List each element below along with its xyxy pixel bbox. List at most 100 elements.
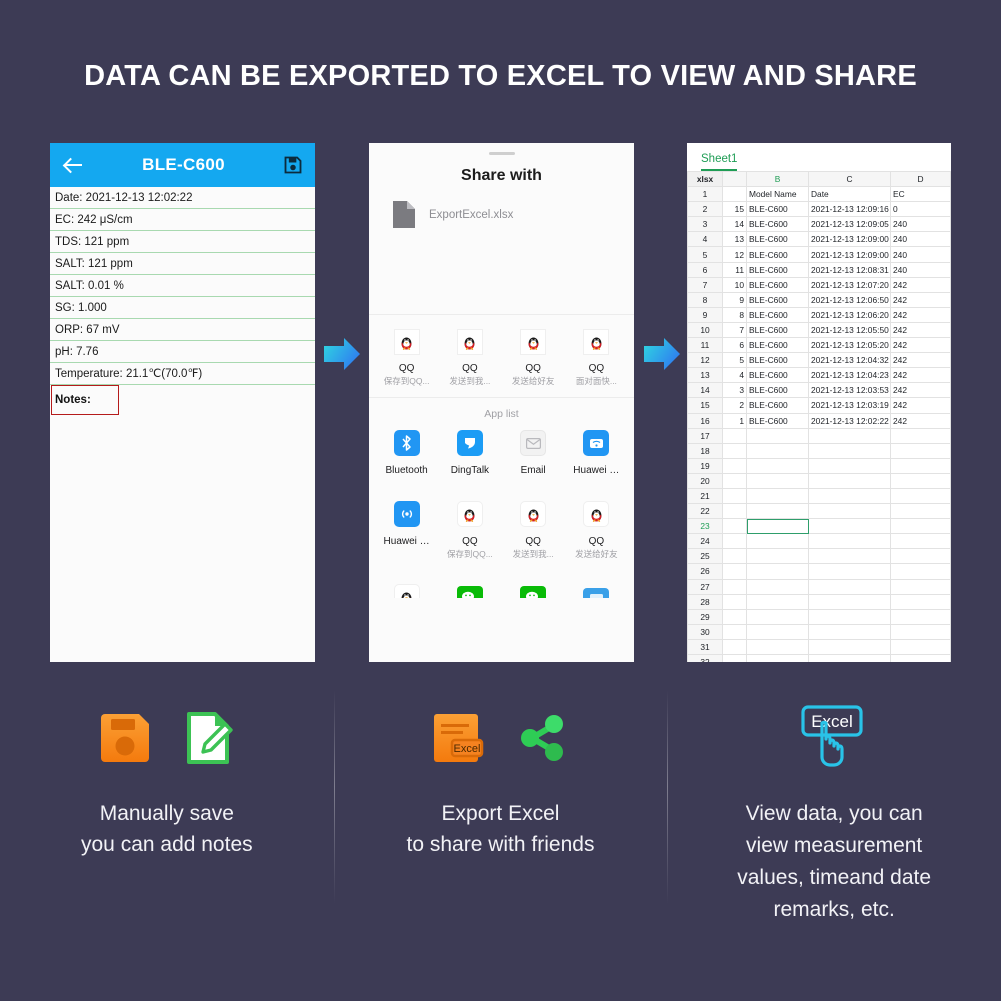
cell-B21[interactable] [746,487,809,505]
row-header[interactable]: 4 [687,231,723,248]
cell-D32[interactable] [890,653,951,662]
cell-A21[interactable] [722,487,747,505]
cell-C26[interactable] [808,563,891,580]
cell-D16[interactable]: 242 [890,412,951,429]
cell-B13[interactable]: BLE-C600 [746,367,809,384]
row-header[interactable]: 9 [687,306,723,323]
cell-A28[interactable] [722,593,747,610]
column-header-d[interactable]: D [890,170,951,188]
cell-A19[interactable] [722,457,747,474]
row-header[interactable]: 13 [687,367,723,384]
cell-C20[interactable] [808,472,891,489]
row-header[interactable]: 24 [687,533,723,550]
row-header[interactable]: 28 [687,593,723,610]
cell-B29[interactable] [746,608,809,625]
cell-B2[interactable]: BLE-C600 [746,201,809,218]
cell-A31[interactable] [722,638,747,656]
cell-D19[interactable] [890,457,951,474]
cell-C4[interactable]: 2021-12-13 12:09:00 [808,231,891,248]
cell-C9[interactable]: 2021-12-13 12:06:20 [808,306,891,323]
cell-D2[interactable]: 0 [890,201,951,218]
cell-A25[interactable] [722,548,747,565]
cell-B8[interactable]: BLE-C600 [746,291,809,308]
row-header[interactable]: 20 [687,472,723,489]
cell-A16[interactable]: 1 [722,412,747,429]
cell-C32[interactable] [808,653,891,662]
cell-D10[interactable]: 242 [890,321,951,339]
cell-B18[interactable] [746,442,809,459]
cell-A10[interactable]: 7 [722,321,747,339]
cell-B26[interactable] [746,563,809,580]
app-list-item[interactable]: Email [502,430,565,477]
cell-D7[interactable]: 242 [890,276,951,293]
cell-B15[interactable]: BLE-C600 [746,397,809,414]
cell-C18[interactable] [808,442,891,459]
row-header[interactable]: 2 [687,201,723,218]
cell-C15[interactable]: 2021-12-13 12:03:19 [808,397,891,414]
cell-B14[interactable]: BLE-C600 [746,382,809,399]
app-list-item[interactable]: QQ 保存到QQ... [438,501,501,560]
cell-C27[interactable] [808,578,891,595]
row-header[interactable]: 7 [687,276,723,293]
row-header[interactable]: 16 [687,412,723,429]
cell-C3[interactable]: 2021-12-13 12:09:05 [808,216,891,233]
row-header[interactable]: 21 [687,487,723,505]
app-list-item[interactable]: DingTalk [438,430,501,477]
row-header[interactable]: 32 [687,653,723,662]
row-header[interactable]: 11 [687,337,723,354]
cell-D14[interactable]: 242 [890,382,951,399]
cell-C6[interactable]: 2021-12-13 12:08:31 [808,261,891,278]
cell-B17[interactable] [746,427,809,444]
cell-D22[interactable] [890,503,951,520]
cell-D9[interactable]: 242 [890,306,951,323]
grid-corner-cell[interactable]: xlsx [687,170,723,188]
cell-A8[interactable]: 9 [722,291,747,308]
app-list-item[interactable]: Bluetooth [375,430,438,477]
cell-B1[interactable]: Model Name [746,186,809,203]
cell-A26[interactable] [722,563,747,580]
cell-A14[interactable]: 3 [722,382,747,399]
cell-B5[interactable]: BLE-C600 [746,246,809,263]
cell-B31[interactable] [746,638,809,656]
cell-B11[interactable]: BLE-C600 [746,337,809,354]
row-header[interactable]: 29 [687,608,723,625]
cell-A27[interactable] [722,578,747,595]
cell-B25[interactable] [746,548,809,565]
cell-B4[interactable]: BLE-C600 [746,231,809,248]
cell-D28[interactable] [890,593,951,610]
cell-A24[interactable] [722,533,747,550]
cell-D8[interactable]: 242 [890,291,951,308]
row-header[interactable]: 3 [687,216,723,233]
app-list-item[interactable] [375,584,438,598]
app-list-item[interactable]: Huawei … [565,430,628,477]
cell-A11[interactable]: 6 [722,337,747,354]
cell-D23[interactable] [890,518,951,535]
row-header[interactable]: 18 [687,442,723,459]
cell-B22[interactable] [746,503,809,520]
cell-D20[interactable] [890,472,951,489]
cell-A2[interactable]: 15 [722,201,747,218]
cell-C11[interactable]: 2021-12-13 12:05:20 [808,337,891,354]
cell-C23[interactable] [808,518,891,535]
cell-A12[interactable]: 5 [722,352,747,369]
cell-D11[interactable]: 242 [890,337,951,354]
cell-D18[interactable] [890,442,951,459]
column-header-c[interactable]: C [808,170,891,188]
cell-D3[interactable]: 240 [890,216,951,233]
cell-D5[interactable]: 240 [890,246,951,263]
cell-A3[interactable]: 14 [722,216,747,233]
cell-B30[interactable] [746,623,809,640]
cell-A17[interactable] [722,427,747,444]
cell-B9[interactable]: BLE-C600 [746,306,809,323]
row-header[interactable]: 12 [687,352,723,369]
cell-B7[interactable]: BLE-C600 [746,276,809,293]
cell-D25[interactable] [890,548,951,565]
cell-A1[interactable] [722,186,747,203]
cell-C19[interactable] [808,457,891,474]
row-header[interactable]: 23 [687,518,723,535]
cell-C12[interactable]: 2021-12-13 12:04:32 [808,352,891,369]
cell-B20[interactable] [746,472,809,489]
cell-D6[interactable]: 240 [890,261,951,278]
cell-D26[interactable] [890,563,951,580]
cell-D12[interactable]: 242 [890,352,951,369]
